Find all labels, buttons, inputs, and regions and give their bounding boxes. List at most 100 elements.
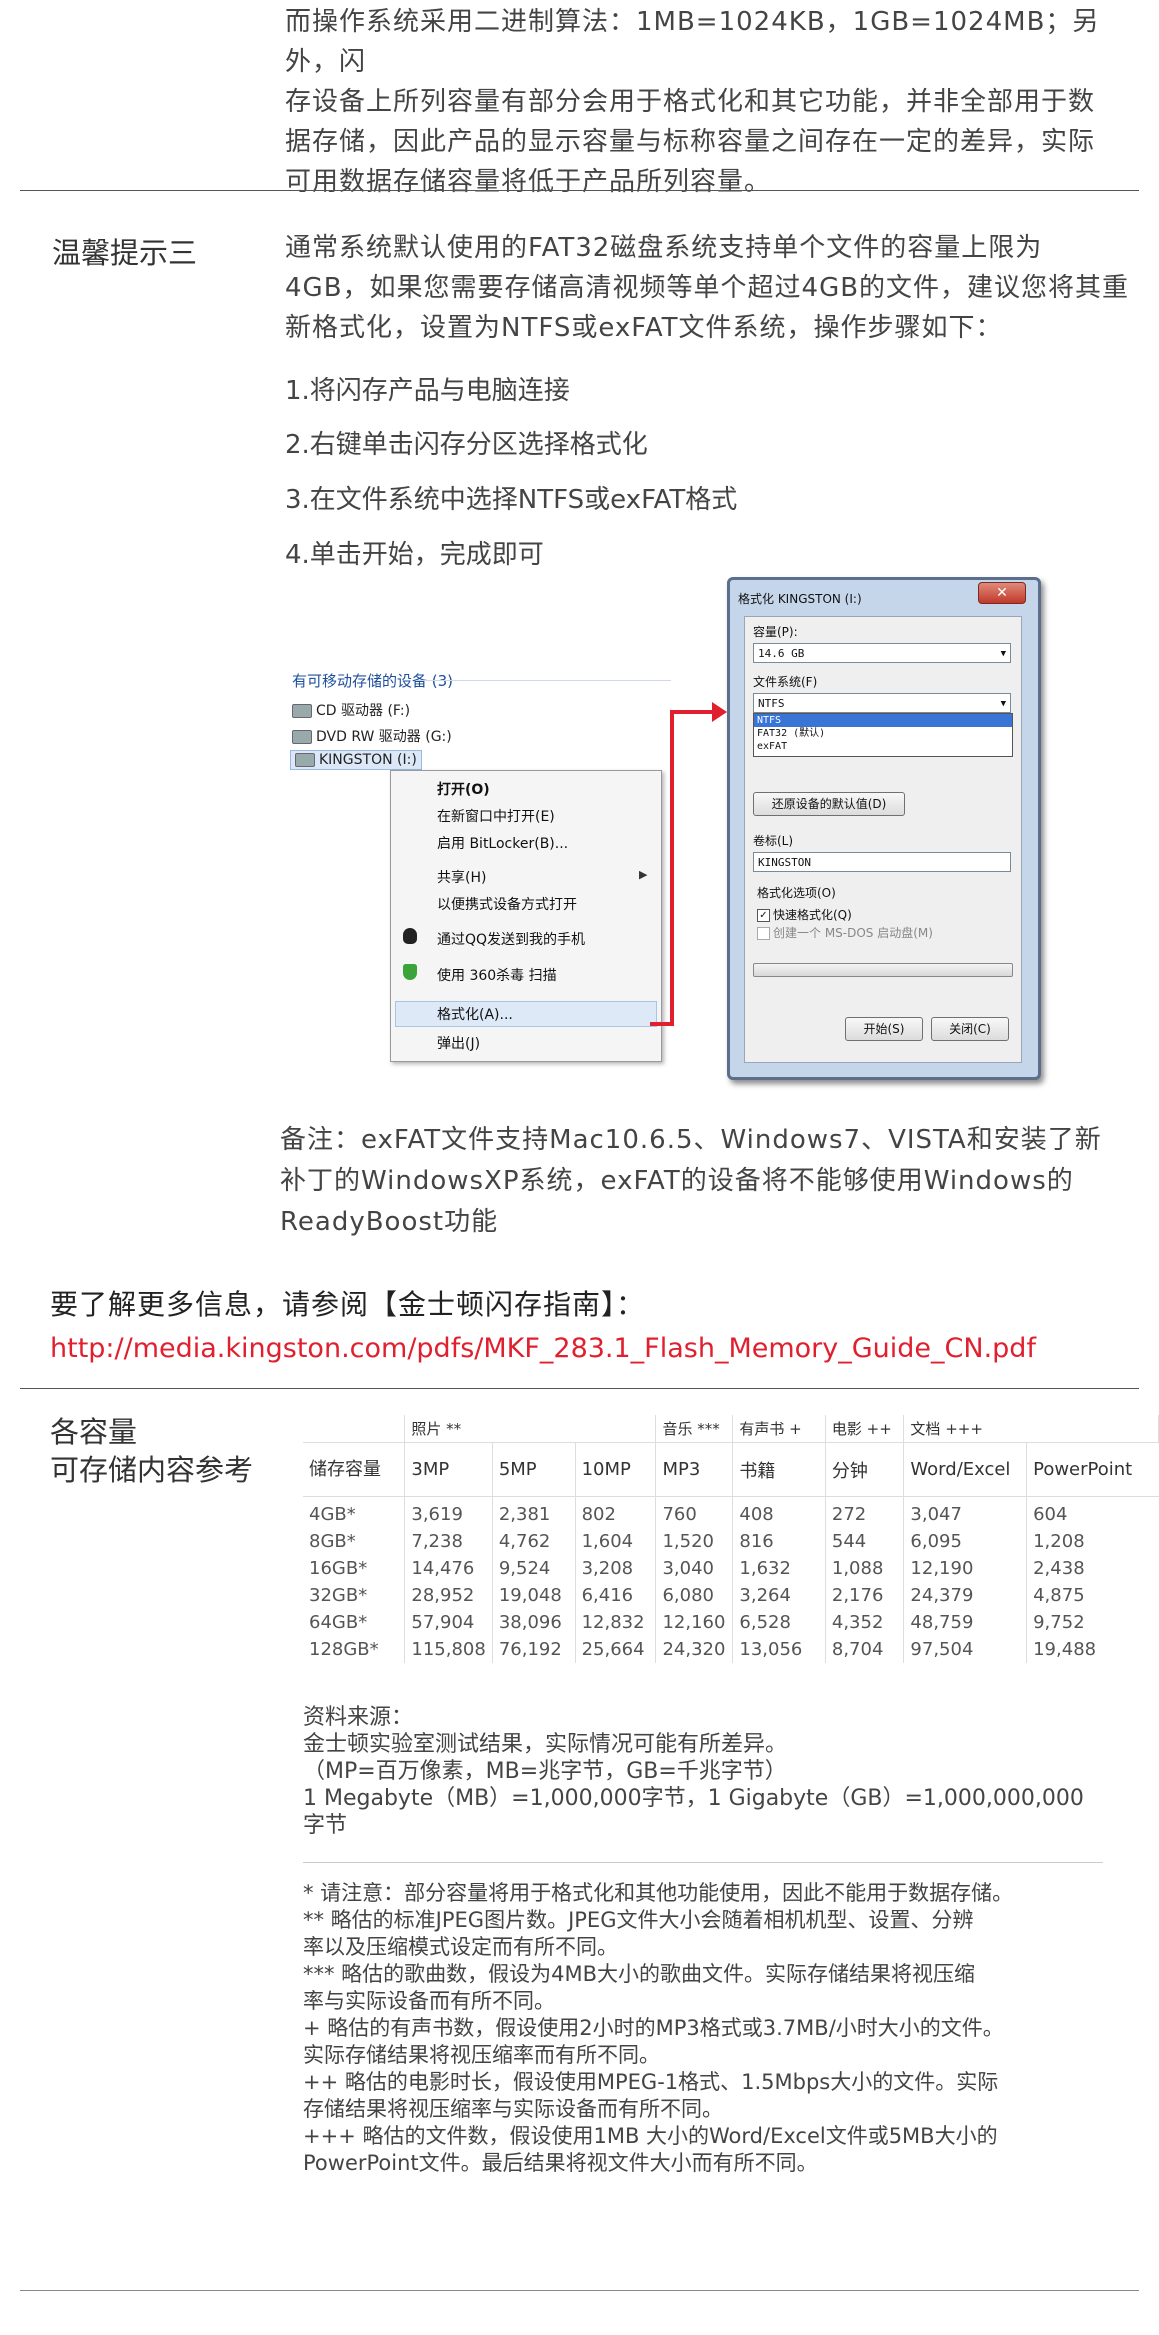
table-row: 8GB* 7,238 4,762 1,604 1,520 816 544 6,095 1,208 <box>303 1528 1159 1555</box>
source-line: 字节 <box>303 1813 348 1838</box>
column-header: PowerPoint <box>1033 1459 1133 1480</box>
table-cell: 3,264 <box>732 1582 826 1609</box>
table-cell: 128GB* <box>303 1636 406 1663</box>
start-button[interactable]: 开始(S) <box>845 1017 923 1041</box>
table-cell: 12,160 <box>655 1609 734 1636</box>
table-cell: 6,095 <box>903 1528 1028 1555</box>
footnote-line: 存储结果将视压缩率与实际设备而有所不同。 <box>303 2097 723 2121</box>
table-cell: 6,080 <box>655 1582 734 1609</box>
capacity-table-body: 4GB* 3,619 2,381 802 760 408 272 3,047 604 8GB* 7,… <box>303 1496 1159 1663</box>
filesystem-select[interactable]: NTFS ▼ <box>753 693 1011 713</box>
table-cell: 3,047 <box>903 1496 1028 1528</box>
fs-option-exfat[interactable]: exFAT <box>754 740 1012 753</box>
remark-line: ReadyBoost功能 <box>280 1207 499 1237</box>
table-cell: 16GB* <box>303 1555 406 1582</box>
msdos-disk-checkbox[interactable]: 创建一个 MS-DOS 启动盘(M) <box>757 924 933 941</box>
table-row: 128GB* 115,808 76,192 25,664 24,320 13,056 8,7… <box>303 1636 1159 1663</box>
volume-value: KINGSTON <box>758 856 811 869</box>
volume-label: 卷标(L) <box>753 834 794 848</box>
footnote-line: 实际存储结果将视压缩率而有所不同。 <box>303 2043 660 2067</box>
table-cell: 28,952 <box>404 1582 493 1609</box>
capacity-title-line: 各容量 <box>50 1415 138 1449</box>
notes-divider <box>303 1862 1103 1863</box>
table-cell: 4GB* <box>303 1496 406 1528</box>
capacity-section-title: 各容量 可存储内容参考 <box>50 1413 253 1489</box>
table-cell: 816 <box>732 1528 826 1555</box>
section-divider <box>20 2290 1139 2291</box>
table-row: 64GB* 57,904 38,096 12,832 12,160 6,528 4,352 4… <box>303 1609 1159 1636</box>
arrow-format-to-dialog <box>650 710 712 1026</box>
capacity-label: 容量(P): <box>753 625 798 639</box>
footnote-line: ** 略估的标准JPEG图片数。JPEG文件大小会随着相机机型、设置、分辨 <box>303 1908 974 1932</box>
column-header: 3MP <box>404 1442 493 1497</box>
flash-guide-link[interactable]: http://media.kingston.com/pdfs/MKF_283.1… <box>50 1333 1036 1364</box>
table-cell: 57,904 <box>404 1609 493 1636</box>
table-cell: 76,192 <box>492 1636 576 1663</box>
table-cell: 19,048 <box>492 1582 576 1609</box>
close-icon: ✕ <box>996 585 1008 601</box>
footnote-line: 率与实际设备而有所不同。 <box>303 1989 555 2013</box>
table-cell: 24,320 <box>655 1636 734 1663</box>
fs-selected-value: NTFS <box>758 697 785 710</box>
table-cell: 2,438 <box>1033 1558 1085 1579</box>
table-cell: 3,208 <box>575 1555 657 1582</box>
footnote-line: 率以及压缩模式设定而有所不同。 <box>303 1935 618 1959</box>
table-cell: 4,352 <box>825 1609 905 1636</box>
table-cell: 38,096 <box>492 1609 576 1636</box>
fs-option-ntfs[interactable]: NTFS <box>754 714 1012 727</box>
format-progress-bar <box>753 963 1013 977</box>
quick-format-checkbox[interactable]: ✓ 快速格式化(Q) <box>757 906 852 923</box>
footnote-line: +++ 略估的文件数，假设使用1MB 大小的Word/Excel文件或5MB大小… <box>303 2124 998 2148</box>
table-cell: 760 <box>655 1496 734 1528</box>
column-header: 5MP <box>492 1442 576 1497</box>
footnote-line: PowerPoint文件。最后结果将视文件大小而有所不同。 <box>303 2151 818 2175</box>
footnote-line: *** 略估的歌曲数，假设为4MB大小的歌曲文件。实际存储结果将视压缩 <box>303 1962 976 1986</box>
table-cell: 13,056 <box>732 1636 826 1663</box>
source-line: 金士顿实验室测试结果，实际情况可能有所差异。 <box>303 1732 788 1757</box>
table-cell: 12,832 <box>575 1609 657 1636</box>
source-notes: 资料来源： 金士顿实验室测试结果，实际情况可能有所差异。 （MP=百万像素，MB… <box>303 1704 1123 1839</box>
table-cell: 1,632 <box>732 1555 826 1582</box>
column-header: Word/Excel <box>903 1442 1028 1497</box>
table-cell: 2,176 <box>825 1582 905 1609</box>
footnote-line: + 略估的有声书数，假设使用2小时的MP3格式或3.7MB/小时大小的文件。 <box>303 2016 1004 2040</box>
msdos-disk-label: 创建一个 MS-DOS 启动盘(M) <box>773 926 933 940</box>
quick-format-label: 快速格式化(Q) <box>773 908 852 922</box>
table-cell: 4,762 <box>492 1528 576 1555</box>
table-cell: 408 <box>732 1496 826 1528</box>
filesystem-dropdown: NTFS FAT32 (默认) exFAT <box>753 713 1013 757</box>
footnotes: * 请注意：部分容量将用于格式化和其他功能使用，因此不能用于数据存储。 ** 略… <box>303 1880 1133 2177</box>
table-row: 4GB* 3,619 2,381 802 760 408 272 3,047 604 <box>303 1496 1159 1528</box>
table-cell: 97,504 <box>903 1636 1028 1663</box>
close-button[interactable]: 关闭(C) <box>931 1017 1009 1041</box>
format-dialog: 格式化 KINGSTON (I:) ✕ 容量(P): 14.6 GB ▼ 文件系统… <box>727 577 1041 1080</box>
table-cell: 12,190 <box>903 1555 1028 1582</box>
column-header: 储存容量 <box>303 1442 406 1497</box>
table-cell: 6,416 <box>575 1582 657 1609</box>
capacity-title-line: 可存储内容参考 <box>50 1453 254 1487</box>
capacity-table: 照片 ** 音乐 *** 有声书 + 电影 ++ 文档 +++ 储存容量 3MP… <box>303 1415 1159 1663</box>
table-cell: 3,040 <box>655 1555 734 1582</box>
dialog-close-button[interactable]: ✕ <box>978 582 1026 604</box>
group-header-photos: 照片 ** <box>404 1415 657 1443</box>
column-header: 分钟 <box>825 1442 905 1497</box>
more-info-text: 要了解更多信息，请参阅【金士顿闪存指南】： <box>50 1288 646 1321</box>
checkbox-empty-icon <box>757 927 770 940</box>
table-column-header-row: 储存容量 3MP 5MP 10MP MP3 书籍 分钟 Word/Excel P… <box>303 1442 1159 1497</box>
table-cell: 1,604 <box>575 1528 657 1555</box>
volume-label-input[interactable]: KINGSTON <box>753 852 1011 872</box>
remark: 备注：exFAT文件支持Mac10.6.5、Windows7、VISTA和安装了… <box>280 1120 1140 1243</box>
capacity-select[interactable]: 14.6 GB ▼ <box>753 643 1011 663</box>
table-cell: 9,752 <box>1033 1612 1085 1633</box>
dialog-body: 容量(P): 14.6 GB ▼ 文件系统(F) NTFS ▼ NTFS FAT32… <box>744 616 1022 1063</box>
format-options-label: 格式化选项(O) <box>757 886 836 900</box>
table-cell: 24,379 <box>903 1582 1028 1609</box>
table-cell: 19,488 <box>1033 1639 1097 1660</box>
table-cell: 1,208 <box>1033 1531 1085 1552</box>
table-group-header-row: 照片 ** 音乐 *** 有声书 + 电影 ++ 文档 +++ <box>303 1415 1159 1443</box>
table-row: 32GB* 28,952 19,048 6,416 6,080 3,264 2,176 24,… <box>303 1582 1159 1609</box>
restore-defaults-button[interactable]: 还原设备的默认值(D) <box>753 792 905 816</box>
chevron-down-icon: ▼ <box>1000 649 1006 659</box>
table-cell: 48,759 <box>903 1609 1028 1636</box>
fs-option-fat32[interactable]: FAT32 (默认) <box>754 727 1012 740</box>
